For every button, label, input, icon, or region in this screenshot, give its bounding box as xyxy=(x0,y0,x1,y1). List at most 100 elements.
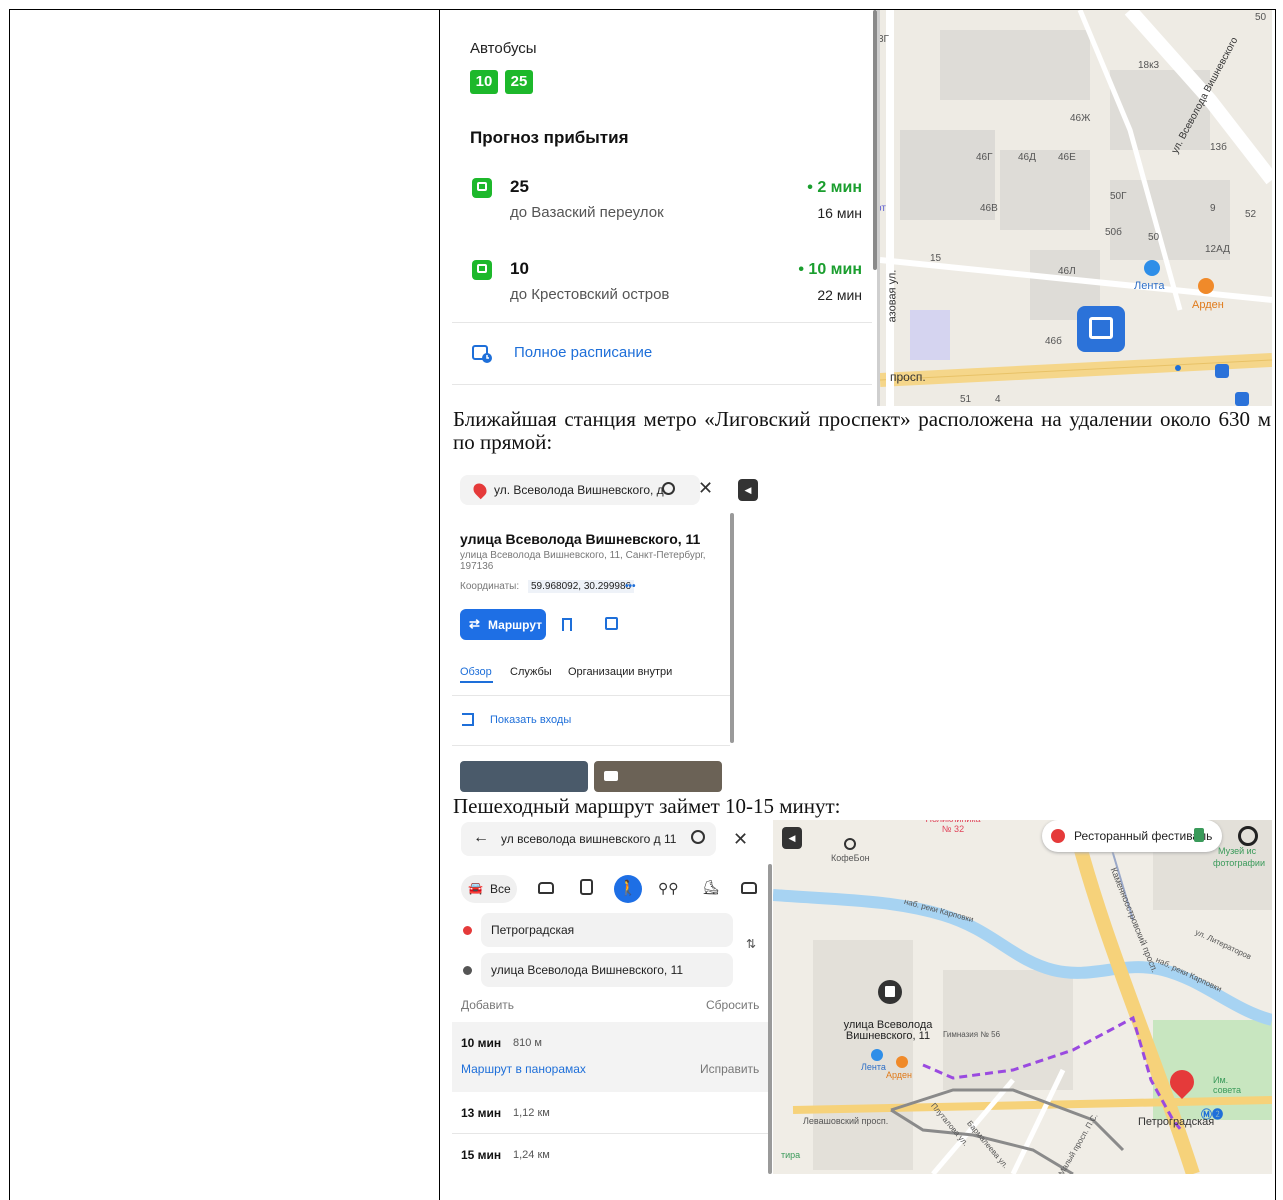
fix-route-link[interactable]: Исправить xyxy=(700,1062,759,1076)
camera-icon xyxy=(604,771,618,781)
photo-thumbnail[interactable] xyxy=(594,761,722,792)
search-input[interactable]: ул. Всеволода Вишневского, д. xyxy=(494,483,667,497)
map-label: Лента xyxy=(929,647,954,657)
bookmark-icon[interactable] xyxy=(562,618,572,631)
map-label: просп. xyxy=(890,370,926,384)
map-label: Музей-квартира Елизаровых xyxy=(856,701,916,719)
close-icon[interactable]: ✕ xyxy=(1148,645,1156,656)
close-icon[interactable]: ✕ xyxy=(698,478,713,499)
back-arrow-icon[interactable]: ← xyxy=(473,829,489,847)
map-label: 46Л xyxy=(1058,266,1076,277)
paragraph-walking-route: Пешеходный маршрут займет 10-15 минут: xyxy=(453,794,841,818)
map-label: Плуталова ул. xyxy=(994,660,1036,707)
map-label: 12АД xyxy=(1205,244,1230,255)
route-option[interactable]: 13 мин 1,12 км xyxy=(452,1092,768,1134)
collapse-panel-button[interactable]: ◀ xyxy=(782,827,802,849)
sport-icon[interactable] xyxy=(838,609,850,621)
museum-icon xyxy=(1194,828,1204,842)
mode-all-label: Все xyxy=(490,882,511,896)
map-label: WowSport xyxy=(825,623,867,633)
arrival-after: 22 мин xyxy=(817,287,862,303)
route-search-box[interactable]: ← ул всеволода вишневского д 11 xyxy=(461,822,716,856)
destination-value: улица Всеволода Вишневского, 11 xyxy=(491,963,684,977)
bus-stop-marker[interactable] xyxy=(1077,306,1125,352)
shopping-icon[interactable] xyxy=(933,633,945,645)
restaurant-icon[interactable] xyxy=(1198,278,1214,294)
destination-marker[interactable] xyxy=(878,980,902,1004)
origin-dot xyxy=(463,926,472,935)
card-scrollbar[interactable] xyxy=(768,864,772,1174)
tab-overview[interactable]: Обзор xyxy=(460,666,492,678)
origin-field[interactable]: Петроградская xyxy=(481,913,733,947)
route-distance: 1,12 км xyxy=(513,1107,550,1119)
map-label: 50 xyxy=(1148,232,1160,243)
map-label: Пудожская ул. xyxy=(819,710,861,757)
card-scrollbar[interactable] xyxy=(730,513,734,743)
swap-icon[interactable]: ⇅ xyxy=(746,937,756,951)
tab-services[interactable]: Службы xyxy=(510,666,552,678)
route-time: 13 мин xyxy=(461,1106,502,1120)
buses-heading: Автобусы xyxy=(470,40,537,57)
distance-map[interactable]: Поликлиника № 32 КофеБон Музей истории ф… xyxy=(733,469,1272,792)
scooter-icon[interactable]: ⛸ xyxy=(702,879,720,896)
map-label: 15 xyxy=(930,253,942,264)
photo-thumbnail[interactable] xyxy=(460,761,588,792)
bus-badge-10[interactable]: 10 xyxy=(470,70,498,94)
bus-badge-25[interactable]: 25 xyxy=(505,70,533,94)
walk-mode-button[interactable]: 🚶 xyxy=(614,875,642,903)
route-map[interactable]: ◀ Поликлиника № 32 КофеБон Ресторанный ф… xyxy=(773,820,1272,1174)
bus-stop-icon[interactable] xyxy=(1235,392,1249,406)
shopping-icon[interactable] xyxy=(1144,260,1160,276)
route-search-input[interactable]: ул всеволода вишневского д 11 xyxy=(501,832,676,846)
distance-popup[interactable]: 630 м ✕ xyxy=(1098,644,1168,660)
search-icon[interactable] xyxy=(662,482,675,495)
map-label: Подрезова ул. xyxy=(1019,698,1060,745)
place-marker[interactable] xyxy=(932,573,962,603)
circle-icon[interactable] xyxy=(1238,826,1258,846)
festival-chip[interactable]: Ресторанный фестиваль xyxy=(1042,820,1222,852)
map-label: Малый просп. П.С. xyxy=(1066,655,1110,722)
cafe-icon[interactable] xyxy=(844,838,856,850)
coords-value[interactable]: 59.968092, 30.299986 xyxy=(528,580,635,593)
search-icon[interactable] xyxy=(691,830,705,844)
map-label: Музей истории фотографии xyxy=(1135,505,1191,523)
close-icon[interactable]: ✕ xyxy=(733,829,748,850)
collapse-panel-button[interactable]: ◀ xyxy=(738,479,758,501)
bus-icon[interactable] xyxy=(580,879,593,895)
coords-more[interactable]: ••• xyxy=(625,581,636,592)
mode-all[interactable]: 🚘 Все xyxy=(461,875,517,903)
location-pin-icon xyxy=(470,480,490,500)
cafe-icon[interactable] xyxy=(919,500,931,512)
panorama-link[interactable]: Маршрут в панорамах xyxy=(461,1062,586,1076)
search-box[interactable]: ул. Всеволода Вишневского, д. xyxy=(460,475,700,505)
tab-underline xyxy=(460,681,493,683)
separator xyxy=(452,695,730,696)
shopping-icon[interactable] xyxy=(871,1049,883,1061)
map-label: Verie xyxy=(1198,779,1219,789)
car-icon[interactable] xyxy=(538,882,554,894)
map-label: Поликлиника № 32 xyxy=(973,473,1029,493)
arrival-destination: до Крестовский остров xyxy=(510,286,670,303)
destination-field[interactable]: улица Всеволода Вишневского, 11 xyxy=(481,953,733,987)
festival-label: Ресторанный фестиваль xyxy=(1074,829,1213,843)
bus-stop-map[interactable]: 18к3 46Ж 46Г 46Д 46Е 13б 50Г 46В 9 52 50… xyxy=(880,10,1272,406)
bicycle-icon[interactable]: ⚲⚲ xyxy=(658,880,679,897)
add-point-button[interactable]: Добавить xyxy=(461,998,514,1012)
route-time: 15 мин xyxy=(461,1148,502,1162)
metro-icon[interactable]: Ⓜ❷ xyxy=(1128,667,1150,682)
map-label: Петроградская xyxy=(1138,1116,1215,1128)
share-icon[interactable] xyxy=(605,617,618,630)
document-page: Автобусы 10 25 Прогноз прибытия 25 до Ва… xyxy=(0,0,1283,1200)
building-icon xyxy=(941,581,953,594)
route-option[interactable]: 15 мин 1,24 км xyxy=(452,1134,768,1174)
map-label: ПЕТРОГРАДСКИЙ РАЙОН xyxy=(733,707,829,731)
distance-label: 630 м xyxy=(1103,646,1127,656)
route-button[interactable]: ⇄ Маршрут xyxy=(460,609,546,640)
reset-button[interactable]: Сбросить xyxy=(706,998,759,1012)
taxi-icon[interactable] xyxy=(741,882,757,894)
restaurant-icon[interactable] xyxy=(896,1056,908,1068)
route-option-selected[interactable]: 10 мин 810 м Маршрут в панорамах Исправи… xyxy=(452,1022,768,1092)
tab-organizations[interactable]: Организации внутри xyxy=(568,666,672,678)
bus-stop-icon[interactable] xyxy=(1215,364,1229,378)
map-label: 51 xyxy=(960,394,972,405)
